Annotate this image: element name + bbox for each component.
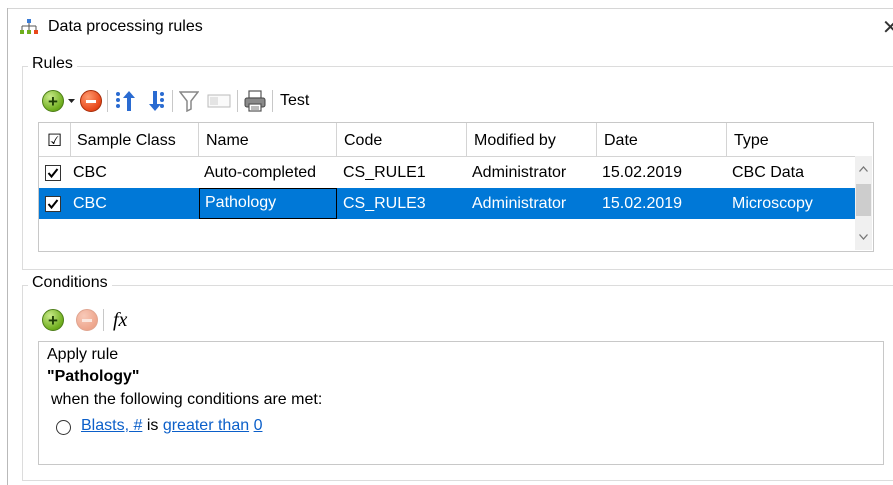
table-header: ☑ Sample Class Name Code Modified by Dat… xyxy=(39,123,855,157)
header-checkbox-icon: ☑ xyxy=(47,131,63,150)
row-checkbox[interactable] xyxy=(45,165,61,181)
toolbar-separator xyxy=(103,309,104,331)
move-up-button[interactable] xyxy=(113,89,137,113)
cell-date: 15.02.2019 xyxy=(602,195,683,212)
cell-type: Microscopy xyxy=(732,195,813,212)
move-down-button[interactable] xyxy=(143,89,167,113)
cell-code: CS_RULE1 xyxy=(343,164,426,181)
condition-is-text: is xyxy=(146,417,159,434)
header-code[interactable]: Code xyxy=(337,123,467,156)
condition-value-link[interactable]: 0 xyxy=(254,417,263,434)
cell-date: 15.02.2019 xyxy=(602,164,683,181)
add-icon: + xyxy=(42,309,64,331)
table-row[interactable]: CBC Auto-completed CS_RULE1 Administrato… xyxy=(39,157,855,188)
check-icon xyxy=(47,168,59,179)
cell-modified-by: Administrator xyxy=(472,164,567,181)
cell-type: CBC Data xyxy=(732,164,805,181)
header-modified-by[interactable]: Modified by xyxy=(467,123,597,156)
condition-operator-link[interactable]: greater than xyxy=(163,417,249,434)
header-date[interactable]: Date xyxy=(597,123,727,156)
print-icon xyxy=(244,90,266,112)
window-title: Data processing rules xyxy=(48,18,203,35)
scroll-up-arrow[interactable] xyxy=(855,160,872,177)
move-down-icon xyxy=(149,91,164,111)
apply-rule-text: Apply rule xyxy=(47,346,119,363)
cell-sample-class: CBC xyxy=(73,164,107,181)
table-row-selected[interactable]: CBC Pathology CS_RULE3 Administrator 15.… xyxy=(39,188,855,219)
conditions-editor[interactable]: Apply rule "Pathology" when the followin… xyxy=(38,341,884,465)
toolbar-separator xyxy=(237,90,238,112)
close-icon: ✕ xyxy=(882,17,893,39)
add-rule-dropdown[interactable] xyxy=(65,91,77,111)
scroll-down-arrow[interactable] xyxy=(855,228,872,245)
cell-sample-class: CBC xyxy=(73,195,107,212)
add-condition-button[interactable]: + xyxy=(42,309,64,331)
test-button[interactable]: Test xyxy=(280,92,309,110)
filter-icon xyxy=(179,91,199,112)
header-type[interactable]: Type xyxy=(727,123,855,156)
cell-name-focused[interactable]: Pathology xyxy=(199,188,337,219)
field-button[interactable] xyxy=(206,94,232,108)
field-icon xyxy=(207,94,231,108)
table-scrollbar[interactable] xyxy=(855,156,872,250)
formula-button[interactable]: fx xyxy=(113,309,127,332)
title-bar: Data processing rules ✕ xyxy=(8,9,893,49)
rules-toolbar: + Test xyxy=(42,88,309,114)
remove-icon xyxy=(76,309,98,331)
remove-condition-button[interactable] xyxy=(76,309,98,331)
header-check-column[interactable]: ☑ xyxy=(39,123,71,156)
window-border-left xyxy=(7,8,8,485)
rules-group-label: Rules xyxy=(28,55,77,73)
scrollbar-thumb[interactable] xyxy=(856,184,871,216)
conditions-toolbar: + fx xyxy=(42,307,127,333)
add-icon: + xyxy=(42,90,64,112)
rules-table: ☑ Sample Class Name Code Modified by Dat… xyxy=(38,122,874,252)
remove-rule-button[interactable] xyxy=(80,90,102,112)
condition-field-link[interactable]: Blasts, # xyxy=(81,417,142,434)
conditions-group-label: Conditions xyxy=(28,274,112,292)
condition-row: Blasts, # is greater than 0 xyxy=(81,417,262,435)
move-up-icon xyxy=(116,91,135,111)
data-processing-rules-window: Data processing rules ✕ Rules + Test ☑ S… xyxy=(0,0,893,485)
toolbar-separator xyxy=(272,90,273,112)
header-name[interactable]: Name xyxy=(199,123,337,156)
condition-radio[interactable] xyxy=(56,420,71,435)
hierarchy-icon xyxy=(20,19,38,34)
cell-modified-by: Administrator xyxy=(472,195,567,212)
cell-name: Auto-completed xyxy=(204,164,317,181)
chevron-down-icon xyxy=(859,233,868,240)
filter-button[interactable] xyxy=(178,90,200,112)
print-button[interactable] xyxy=(243,90,267,112)
when-conditions-text: when the following conditions are met: xyxy=(51,391,323,408)
toolbar-separator xyxy=(172,90,173,112)
chevron-up-icon xyxy=(859,165,868,172)
dropdown-arrow-icon xyxy=(67,98,75,103)
row-checkbox[interactable] xyxy=(45,196,61,212)
cell-code: CS_RULE3 xyxy=(343,195,426,212)
toolbar-separator xyxy=(107,90,108,112)
close-button[interactable]: ✕ xyxy=(882,15,893,41)
remove-icon xyxy=(80,90,102,112)
rule-name-text: "Pathology" xyxy=(47,368,140,385)
header-sample-class[interactable]: Sample Class xyxy=(71,123,199,156)
add-rule-button[interactable]: + xyxy=(42,90,64,112)
check-icon xyxy=(47,199,59,210)
